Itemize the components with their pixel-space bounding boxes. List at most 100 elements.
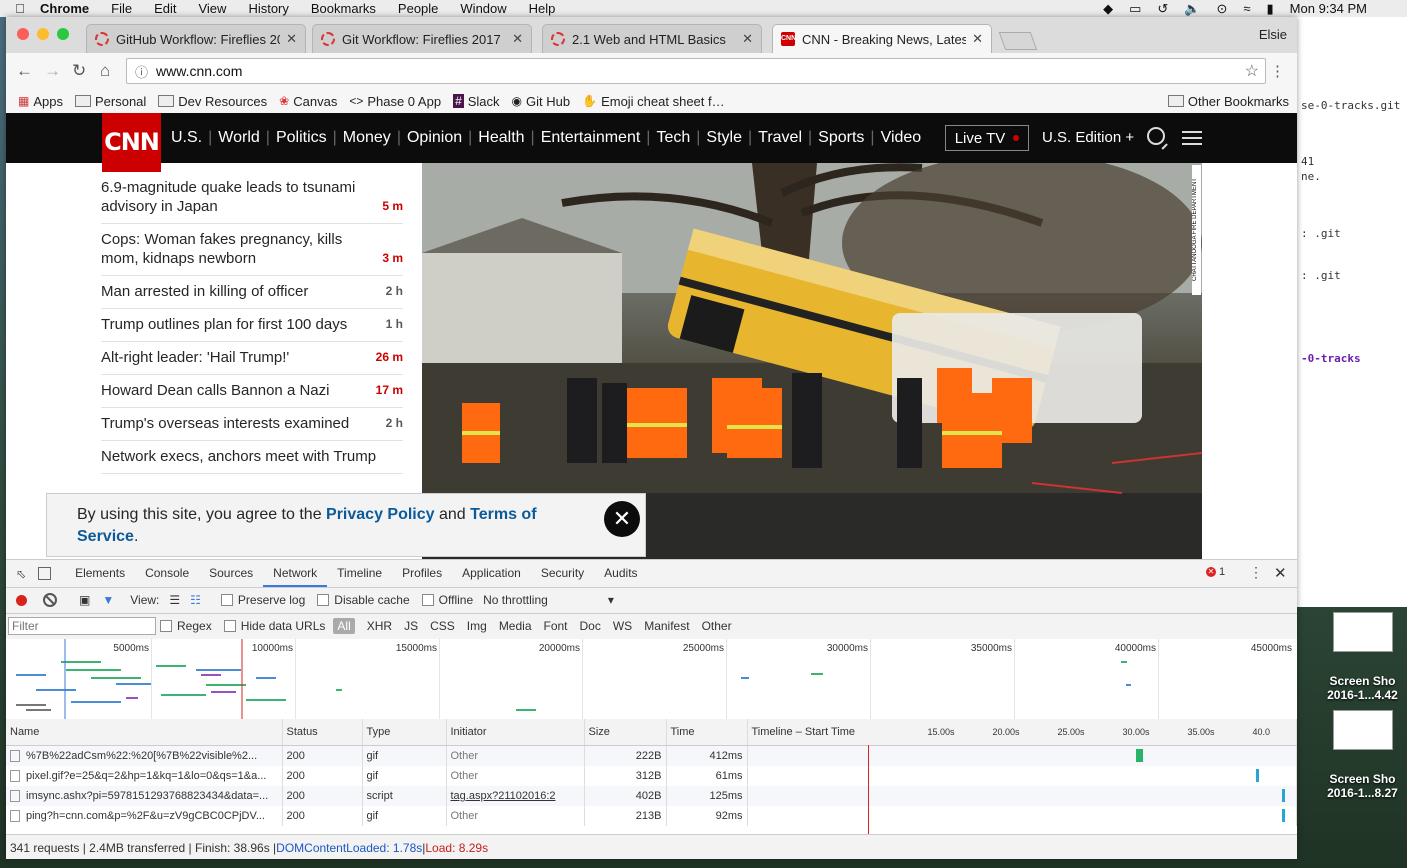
tab-git-workflow[interactable]: Git Workflow: Fireflies 2017 ✕ [312, 24, 532, 53]
headline-item[interactable]: Man arrested in killing of officer 2 h [101, 276, 403, 309]
back-arrow-icon[interactable]: ← [16, 61, 33, 81]
nav-tech[interactable]: Tech [656, 129, 690, 147]
filter-media[interactable]: Media [499, 619, 532, 633]
close-tab-icon[interactable]: ✕ [972, 31, 983, 47]
headline-text[interactable]: Trump outlines plan for first 100 days [101, 315, 347, 334]
inspect-element-icon[interactable]: ⬁ [16, 567, 26, 581]
filter-input[interactable] [8, 617, 156, 635]
menu-edit[interactable]: Edit [154, 1, 176, 16]
col-size[interactable]: Size [584, 719, 667, 746]
throttling-select[interactable]: No throttling ▾ [483, 593, 614, 607]
tab-application[interactable]: Application [452, 560, 531, 587]
headline-text[interactable]: Network execs, anchors meet with Trump [101, 447, 376, 466]
tab-github-workflow[interactable]: GitHub Workflow: Fireflies 2016 ✕ [86, 24, 306, 53]
filter-font[interactable]: Font [544, 619, 568, 633]
nav-style[interactable]: Style [706, 129, 742, 147]
col-time[interactable]: Time [666, 719, 748, 746]
profile-name[interactable]: Elsie [1259, 27, 1287, 42]
desktop-file-screenshot[interactable]: Screen Sho 2016-1...4.42 [1318, 612, 1407, 702]
filter-js[interactable]: JS [404, 619, 418, 633]
headline-text[interactable]: Howard Dean calls Bannon a Nazi [101, 381, 329, 400]
filter-xhr[interactable]: XHR [367, 619, 392, 633]
waterfall-view-icon[interactable]: ☷ [190, 593, 201, 607]
menu-file[interactable]: File [111, 1, 132, 16]
devtools-menu-icon[interactable]: ⋮ [1249, 564, 1263, 581]
filter-funnel-icon[interactable]: ▼ [102, 593, 114, 607]
headline-text[interactable]: Alt-right leader: 'Hail Trump!' [101, 348, 289, 367]
tab-security[interactable]: Security [531, 560, 594, 587]
tab-timeline[interactable]: Timeline [327, 560, 392, 587]
bookmark-dev-resources[interactable]: Dev Resources [158, 94, 267, 109]
close-tab-icon[interactable]: ✕ [742, 31, 753, 47]
table-row[interactable]: %7B%22adCsm%22:%20[%7B%22visible%2... 20… [6, 745, 1297, 766]
filter-css[interactable]: CSS [430, 619, 455, 633]
forward-arrow-icon[interactable]: → [44, 61, 61, 81]
desktop-file-screenshot[interactable]: Screen Sho 2016-1...8.27 [1318, 710, 1407, 800]
filter-manifest[interactable]: Manifest [644, 619, 689, 633]
tab-cnn[interactable]: CNN CNN - Breaking News, Latest News ✕ [772, 24, 992, 53]
close-devtools-icon[interactable]: ✕ [1274, 564, 1287, 582]
new-tab-button[interactable] [998, 32, 1038, 50]
zoom-window-icon[interactable] [57, 28, 69, 40]
minimize-window-icon[interactable] [37, 28, 49, 40]
col-status[interactable]: Status [282, 719, 363, 746]
live-tv-button[interactable]: Live TV [945, 125, 1029, 151]
nav-health[interactable]: Health [478, 129, 524, 147]
bookmark-apps[interactable]: ▦ Apps [18, 94, 63, 109]
apple-icon[interactable]:  [0, 1, 40, 16]
menu-history[interactable]: History [248, 1, 288, 16]
terminal-window[interactable]: se-0-tracks.git 41 ne. : .git : .git -0-… [1297, 17, 1407, 607]
filter-img[interactable]: Img [467, 619, 487, 633]
hamburger-menu-icon[interactable] [1182, 131, 1202, 145]
nav-video[interactable]: Video [881, 129, 922, 147]
headline-text[interactable]: Trump's overseas interests examined [101, 414, 349, 433]
record-icon[interactable] [16, 594, 27, 606]
nav-sports[interactable]: Sports [818, 129, 864, 147]
headline-text[interactable]: 6.9-magnitude quake leads to tsunami adv… [101, 178, 376, 216]
col-name[interactable]: Name [6, 719, 283, 746]
headline-item[interactable]: Trump outlines plan for first 100 days 1 … [101, 309, 403, 342]
search-icon[interactable] [1147, 127, 1165, 145]
nav-opinion[interactable]: Opinion [407, 129, 462, 147]
network-overview[interactable]: 5000ms 10000ms 15000ms 20000ms 25000ms 3… [6, 639, 1297, 720]
bookmark-slack[interactable]: # Slack [453, 94, 500, 109]
chrome-menu-icon[interactable]: ⋮ [1270, 62, 1285, 80]
bookmark-other[interactable]: Other Bookmarks [1167, 94, 1289, 109]
address-bar[interactable]: ⓘ ☆ [126, 58, 1266, 84]
tab-profiles[interactable]: Profiles [392, 560, 452, 587]
offline-checkbox[interactable]: Offline [421, 593, 473, 607]
filter-all[interactable]: All [333, 618, 355, 634]
menu-view[interactable]: View [198, 1, 226, 16]
bookmark-phase-0-app[interactable]: <> Phase 0 App [349, 94, 441, 109]
bookmark-star-icon[interactable]: ☆ [1245, 61, 1259, 81]
close-banner-icon[interactable]: ✕ [604, 501, 640, 537]
headline-item[interactable]: Alt-right leader: 'Hail Trump!' 26 m [101, 342, 403, 375]
url-input[interactable] [154, 62, 1245, 80]
battery-icon[interactable]: ▮ [1267, 1, 1274, 17]
menu-bookmarks[interactable]: Bookmarks [311, 1, 376, 16]
menu-people[interactable]: People [398, 1, 438, 16]
close-window-icon[interactable] [17, 28, 29, 40]
filter-other[interactable]: Other [702, 619, 732, 633]
menu-window[interactable]: Window [460, 1, 506, 16]
device-mode-icon[interactable] [38, 567, 52, 580]
headline-text[interactable]: Cops: Woman fakes pregnancy, kills mom, … [101, 230, 376, 268]
col-type[interactable]: Type [362, 719, 447, 746]
bookmark-github[interactable]: ◉ Git Hub [512, 94, 571, 109]
wifi-icon[interactable]: ≈ [1243, 1, 1250, 16]
nav-politics[interactable]: Politics [276, 129, 327, 147]
request-table[interactable]: Name Status Type Initiator Size Time Tim… [6, 719, 1297, 834]
time-machine-icon[interactable]: ↺ [1157, 1, 1168, 17]
disable-cache-checkbox[interactable]: Disable cache [317, 593, 410, 607]
table-row[interactable]: imsync.ashx?pi=5978151293768823434&data=… [6, 786, 1297, 806]
nav-us[interactable]: U.S. [171, 129, 202, 147]
headline-item[interactable]: Trump's overseas interests examined 2 h [101, 408, 403, 441]
bookmark-personal[interactable]: Personal [74, 94, 146, 109]
volume-icon[interactable]: 🔈 [1184, 1, 1200, 17]
headline-item[interactable]: 6.9-magnitude quake leads to tsunami adv… [101, 172, 403, 224]
bookmark-canvas[interactable]: ❀ Canvas [279, 94, 337, 109]
table-row[interactable]: pixel.gif?e=25&q=2&hp=1&kq=1&lo=0&qs=1&a… [6, 766, 1297, 786]
headline-item[interactable]: Cops: Woman fakes pregnancy, kills mom, … [101, 224, 403, 276]
edition-selector[interactable]: U.S. Edition + [1042, 129, 1134, 146]
headline-text[interactable]: Man arrested in killing of officer [101, 282, 308, 301]
